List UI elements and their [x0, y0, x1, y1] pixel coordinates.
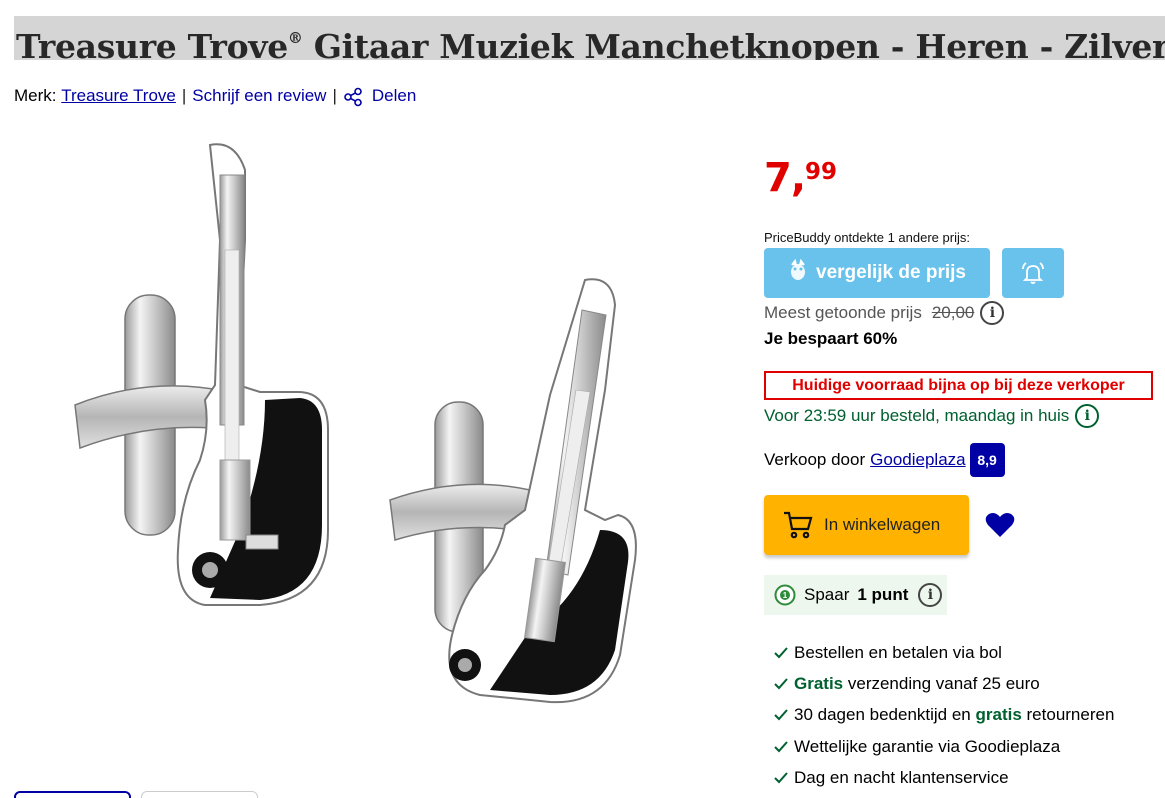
pricebuddy-note: PriceBuddy ontdekte 1 andere prijs: [764, 230, 970, 245]
title-highlight: Treasure Trove® Gitaar Muziek Manchetkno… [14, 16, 1165, 60]
share-icon[interactable] [343, 87, 363, 107]
share-link[interactable]: Delen [372, 84, 416, 108]
product-meta: Merk: Treasure Trove | Schrijf een revie… [14, 84, 416, 108]
usp-item: Wettelijke garantie via Goodieplaza [774, 731, 1114, 762]
delivery-promise: Voor 23:59 uur besteld, maandag in huis … [764, 404, 1100, 428]
seller-label: Verkoop door [764, 450, 866, 469]
thumbnail-2[interactable] [141, 791, 258, 798]
usp-item: Dag en nacht klantenservice [774, 763, 1114, 794]
list-price-label: Meest getoonde prijs [764, 303, 922, 322]
info-icon[interactable]: i [918, 583, 943, 607]
product-title-rest: Gitaar Muziek Manchetknopen - Heren - Zi… [313, 27, 1165, 60]
brand-link[interactable]: Treasure Trove [61, 84, 176, 108]
usp-list: Bestellen en betalen via bol Gratis verz… [774, 637, 1114, 794]
usp-item: Gratis verzending vanaf 25 euro [774, 668, 1114, 699]
thumbnail-1[interactable] [14, 791, 131, 798]
cart-row: In winkelwagen [764, 495, 1017, 555]
product-title: Treasure Trove® Gitaar Muziek Manchetkno… [14, 16, 1165, 60]
price-euros: 7, [764, 155, 806, 201]
buy-box: 7, 99 PriceBuddy ontdekte 1 andere prijs:… [764, 156, 1164, 787]
price: 7, 99 [764, 156, 1164, 200]
points-amount: 1 punt [857, 585, 909, 604]
info-icon[interactable]: i [980, 301, 1005, 325]
brand-label: Merk: [14, 86, 57, 105]
seller-link[interactable]: Goodieplaza [870, 450, 965, 470]
add-to-cart-label: In winkelwagen [824, 515, 941, 534]
delivery-text: Voor 23:59 uur besteld, maandag in huis [764, 406, 1070, 425]
check-icon [774, 647, 788, 659]
seller-info: Verkoop door Goodieplaza 8,9 [764, 443, 1005, 477]
savings-text: Je bespaart 60% [764, 329, 898, 348]
list-price-value: 20,00 [931, 303, 975, 322]
pricebuddy-row: vergelijk de prijs [764, 248, 1064, 298]
add-to-cart-button[interactable]: In winkelwagen [764, 495, 969, 555]
points-prefix: Spaar [804, 585, 850, 604]
seller-score-badge[interactable]: 8,9 [969, 443, 1005, 477]
compare-price-label: vergelijk de prijs [816, 262, 966, 283]
wishlist-heart-icon[interactable] [983, 510, 1017, 540]
check-icon [774, 772, 788, 784]
check-icon [774, 709, 788, 721]
cufflink-left [74, 143, 329, 606]
compare-price-button[interactable]: vergelijk de prijs [764, 248, 990, 298]
separator: | [181, 86, 187, 105]
cufflink-right [389, 278, 637, 704]
registered-mark: ® [287, 29, 303, 47]
check-icon [774, 678, 788, 690]
stock-warning: Huidige voorraad bijna op bij deze verko… [764, 371, 1153, 400]
loyalty-points: 1 Spaar 1 punt i [764, 575, 947, 615]
pricebuddy-mascot-icon [788, 258, 808, 287]
usp-item: 30 dagen bedenktijd en gratis retournere… [774, 700, 1114, 731]
write-review-link[interactable]: Schrijf een review [192, 84, 326, 108]
separator: | [332, 86, 337, 105]
points-icon: 1 [774, 584, 796, 606]
usp-item: Bestellen en betalen via bol [774, 637, 1114, 668]
bell-icon [1022, 262, 1044, 284]
price-cents: 99 [805, 159, 838, 185]
product-image[interactable] [60, 130, 660, 770]
svg-text:1: 1 [783, 591, 788, 600]
info-icon[interactable]: i [1075, 404, 1100, 428]
check-icon [774, 741, 788, 753]
list-price: Meest getoonde prijs 20,00 i [764, 301, 1005, 325]
product-title-brand: Treasure Trove [16, 27, 288, 60]
cart-icon [784, 511, 813, 539]
thumbnail-strip [14, 791, 258, 798]
price-alert-button[interactable] [1002, 248, 1064, 298]
